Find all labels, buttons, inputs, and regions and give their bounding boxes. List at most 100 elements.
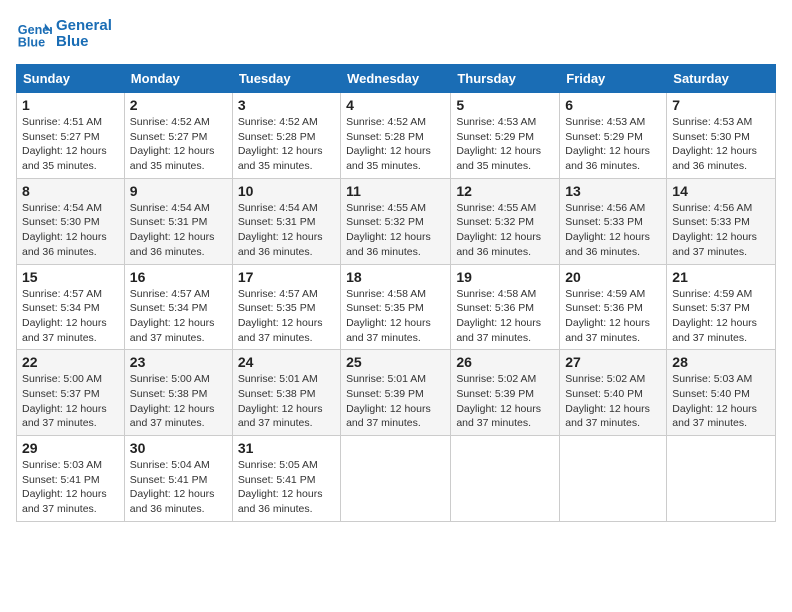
weekday-header-thursday: Thursday: [451, 65, 560, 93]
calendar-cell: 27 Sunrise: 5:02 AMSunset: 5:40 PMDaylig…: [560, 350, 667, 436]
day-info: Sunrise: 4:52 AMSunset: 5:28 PMDaylight:…: [238, 116, 323, 172]
day-number: 16: [130, 269, 227, 285]
day-number: 21: [672, 269, 770, 285]
weekday-header-sunday: Sunday: [17, 65, 125, 93]
day-info: Sunrise: 5:04 AMSunset: 5:41 PMDaylight:…: [130, 459, 215, 515]
calendar-cell: 19 Sunrise: 4:58 AMSunset: 5:36 PMDaylig…: [451, 264, 560, 350]
day-info: Sunrise: 4:54 AMSunset: 5:31 PMDaylight:…: [238, 202, 323, 258]
day-info: Sunrise: 5:03 AMSunset: 5:40 PMDaylight:…: [672, 373, 757, 429]
day-number: 7: [672, 97, 770, 113]
calendar-cell: [451, 436, 560, 522]
calendar-cell: 2 Sunrise: 4:52 AMSunset: 5:27 PMDayligh…: [124, 93, 232, 179]
day-number: 17: [238, 269, 335, 285]
day-info: Sunrise: 4:57 AMSunset: 5:35 PMDaylight:…: [238, 288, 323, 344]
day-info: Sunrise: 4:55 AMSunset: 5:32 PMDaylight:…: [456, 202, 541, 258]
day-number: 28: [672, 354, 770, 370]
day-info: Sunrise: 5:00 AMSunset: 5:37 PMDaylight:…: [22, 373, 107, 429]
calendar-week-5: 29 Sunrise: 5:03 AMSunset: 5:41 PMDaylig…: [17, 436, 776, 522]
calendar-cell: 28 Sunrise: 5:03 AMSunset: 5:40 PMDaylig…: [667, 350, 776, 436]
logo-general: General: [56, 18, 112, 35]
calendar-cell: 16 Sunrise: 4:57 AMSunset: 5:34 PMDaylig…: [124, 264, 232, 350]
calendar-cell: 6 Sunrise: 4:53 AMSunset: 5:29 PMDayligh…: [560, 93, 667, 179]
calendar-cell: 31 Sunrise: 5:05 AMSunset: 5:41 PMDaylig…: [232, 436, 340, 522]
logo-icon: General Blue: [16, 16, 52, 52]
day-info: Sunrise: 4:56 AMSunset: 5:33 PMDaylight:…: [672, 202, 757, 258]
calendar-cell: 22 Sunrise: 5:00 AMSunset: 5:37 PMDaylig…: [17, 350, 125, 436]
day-number: 31: [238, 440, 335, 456]
day-info: Sunrise: 5:05 AMSunset: 5:41 PMDaylight:…: [238, 459, 323, 515]
calendar-table: SundayMondayTuesdayWednesdayThursdayFrid…: [16, 64, 776, 522]
calendar-cell: 25 Sunrise: 5:01 AMSunset: 5:39 PMDaylig…: [341, 350, 451, 436]
day-info: Sunrise: 4:53 AMSunset: 5:29 PMDaylight:…: [456, 116, 541, 172]
calendar-cell: [667, 436, 776, 522]
day-info: Sunrise: 5:01 AMSunset: 5:38 PMDaylight:…: [238, 373, 323, 429]
day-info: Sunrise: 5:03 AMSunset: 5:41 PMDaylight:…: [22, 459, 107, 515]
calendar-cell: 14 Sunrise: 4:56 AMSunset: 5:33 PMDaylig…: [667, 178, 776, 264]
day-info: Sunrise: 5:02 AMSunset: 5:40 PMDaylight:…: [565, 373, 650, 429]
calendar-cell: 10 Sunrise: 4:54 AMSunset: 5:31 PMDaylig…: [232, 178, 340, 264]
day-info: Sunrise: 4:58 AMSunset: 5:36 PMDaylight:…: [456, 288, 541, 344]
calendar-cell: 3 Sunrise: 4:52 AMSunset: 5:28 PMDayligh…: [232, 93, 340, 179]
calendar-cell: 1 Sunrise: 4:51 AMSunset: 5:27 PMDayligh…: [17, 93, 125, 179]
day-number: 14: [672, 183, 770, 199]
day-info: Sunrise: 4:59 AMSunset: 5:36 PMDaylight:…: [565, 288, 650, 344]
day-number: 26: [456, 354, 554, 370]
day-info: Sunrise: 4:53 AMSunset: 5:29 PMDaylight:…: [565, 116, 650, 172]
calendar-cell: 29 Sunrise: 5:03 AMSunset: 5:41 PMDaylig…: [17, 436, 125, 522]
calendar-cell: 26 Sunrise: 5:02 AMSunset: 5:39 PMDaylig…: [451, 350, 560, 436]
day-number: 3: [238, 97, 335, 113]
calendar-week-2: 8 Sunrise: 4:54 AMSunset: 5:30 PMDayligh…: [17, 178, 776, 264]
calendar-cell: 17 Sunrise: 4:57 AMSunset: 5:35 PMDaylig…: [232, 264, 340, 350]
day-number: 22: [22, 354, 119, 370]
day-number: 15: [22, 269, 119, 285]
day-info: Sunrise: 4:52 AMSunset: 5:27 PMDaylight:…: [130, 116, 215, 172]
calendar-cell: 9 Sunrise: 4:54 AMSunset: 5:31 PMDayligh…: [124, 178, 232, 264]
day-number: 6: [565, 97, 661, 113]
calendar-cell: 4 Sunrise: 4:52 AMSunset: 5:28 PMDayligh…: [341, 93, 451, 179]
day-number: 30: [130, 440, 227, 456]
weekday-header-saturday: Saturday: [667, 65, 776, 93]
weekday-header-wednesday: Wednesday: [341, 65, 451, 93]
day-info: Sunrise: 4:57 AMSunset: 5:34 PMDaylight:…: [22, 288, 107, 344]
calendar-week-4: 22 Sunrise: 5:00 AMSunset: 5:37 PMDaylig…: [17, 350, 776, 436]
day-number: 29: [22, 440, 119, 456]
calendar-cell: 5 Sunrise: 4:53 AMSunset: 5:29 PMDayligh…: [451, 93, 560, 179]
calendar-cell: 20 Sunrise: 4:59 AMSunset: 5:36 PMDaylig…: [560, 264, 667, 350]
day-info: Sunrise: 4:53 AMSunset: 5:30 PMDaylight:…: [672, 116, 757, 172]
calendar-cell: [341, 436, 451, 522]
day-number: 10: [238, 183, 335, 199]
day-info: Sunrise: 4:54 AMSunset: 5:30 PMDaylight:…: [22, 202, 107, 258]
calendar-week-3: 15 Sunrise: 4:57 AMSunset: 5:34 PMDaylig…: [17, 264, 776, 350]
calendar-week-1: 1 Sunrise: 4:51 AMSunset: 5:27 PMDayligh…: [17, 93, 776, 179]
header: General Blue General Blue: [16, 16, 776, 52]
day-info: Sunrise: 4:57 AMSunset: 5:34 PMDaylight:…: [130, 288, 215, 344]
day-info: Sunrise: 4:51 AMSunset: 5:27 PMDaylight:…: [22, 116, 107, 172]
calendar-cell: 15 Sunrise: 4:57 AMSunset: 5:34 PMDaylig…: [17, 264, 125, 350]
calendar-cell: 11 Sunrise: 4:55 AMSunset: 5:32 PMDaylig…: [341, 178, 451, 264]
day-number: 24: [238, 354, 335, 370]
day-number: 20: [565, 269, 661, 285]
calendar-cell: 21 Sunrise: 4:59 AMSunset: 5:37 PMDaylig…: [667, 264, 776, 350]
calendar-cell: 12 Sunrise: 4:55 AMSunset: 5:32 PMDaylig…: [451, 178, 560, 264]
day-info: Sunrise: 5:01 AMSunset: 5:39 PMDaylight:…: [346, 373, 431, 429]
day-number: 2: [130, 97, 227, 113]
calendar-cell: 23 Sunrise: 5:00 AMSunset: 5:38 PMDaylig…: [124, 350, 232, 436]
day-number: 11: [346, 183, 445, 199]
day-info: Sunrise: 5:00 AMSunset: 5:38 PMDaylight:…: [130, 373, 215, 429]
day-number: 5: [456, 97, 554, 113]
day-number: 4: [346, 97, 445, 113]
day-info: Sunrise: 5:02 AMSunset: 5:39 PMDaylight:…: [456, 373, 541, 429]
day-info: Sunrise: 4:56 AMSunset: 5:33 PMDaylight:…: [565, 202, 650, 258]
logo: General Blue General Blue: [16, 16, 112, 52]
day-info: Sunrise: 4:52 AMSunset: 5:28 PMDaylight:…: [346, 116, 431, 172]
calendar-cell: 30 Sunrise: 5:04 AMSunset: 5:41 PMDaylig…: [124, 436, 232, 522]
day-number: 8: [22, 183, 119, 199]
day-number: 27: [565, 354, 661, 370]
calendar-cell: 24 Sunrise: 5:01 AMSunset: 5:38 PMDaylig…: [232, 350, 340, 436]
calendar-cell: 7 Sunrise: 4:53 AMSunset: 5:30 PMDayligh…: [667, 93, 776, 179]
calendar-cell: 8 Sunrise: 4:54 AMSunset: 5:30 PMDayligh…: [17, 178, 125, 264]
day-info: Sunrise: 4:54 AMSunset: 5:31 PMDaylight:…: [130, 202, 215, 258]
day-info: Sunrise: 4:58 AMSunset: 5:35 PMDaylight:…: [346, 288, 431, 344]
day-number: 13: [565, 183, 661, 199]
logo-blue: Blue: [56, 34, 112, 51]
